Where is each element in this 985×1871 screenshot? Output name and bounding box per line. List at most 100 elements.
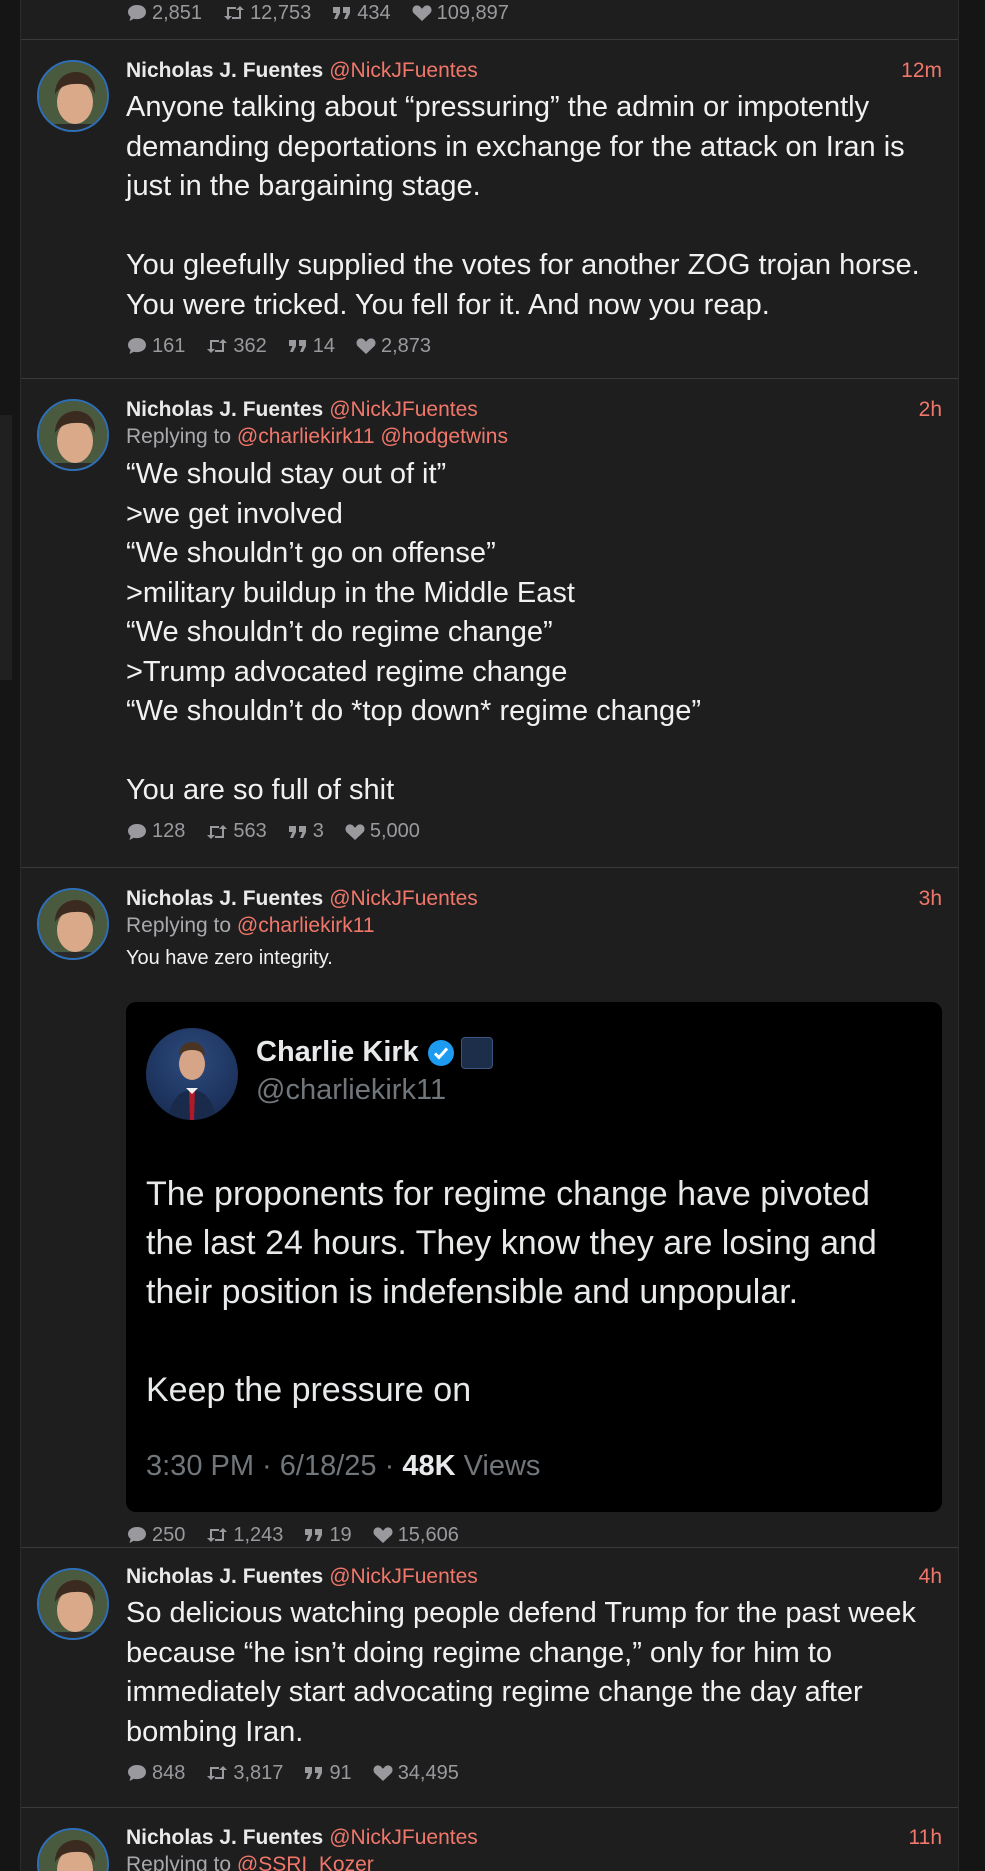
heart-icon [373, 1527, 393, 1543]
post-stats: 250 1,243 19 15,606 [126, 1522, 479, 1548]
reply-icon [128, 1765, 146, 1781]
mention-link[interactable]: @charliekirk11 [237, 425, 375, 448]
repost-icon [207, 1528, 228, 1542]
heart-icon [412, 5, 432, 21]
quote-icon [333, 7, 351, 19]
post[interactable]: Nicholas J. Fuentes @NickJFuentes 11h Rep… [21, 1808, 958, 1871]
avatar[interactable] [37, 888, 109, 960]
avatar[interactable] [37, 399, 109, 471]
post-timestamp[interactable]: 3h [919, 886, 942, 912]
like-count[interactable]: 34,495 [372, 1762, 459, 1785]
reply-icon [128, 5, 146, 21]
reply-icon [128, 823, 146, 840]
post-timestamp[interactable]: 11h [909, 1825, 942, 1851]
post[interactable]: Nicholas J. Fuentes @NickJFuentes 12m Any… [21, 40, 958, 379]
post-stats: 2,851 12,753 434 109,897 [126, 0, 942, 26]
reply-icon [128, 1527, 146, 1543]
quote-icon [288, 825, 306, 838]
avatar[interactable] [37, 1828, 109, 1871]
repost-icon [207, 824, 228, 839]
avatar[interactable] [37, 1568, 109, 1640]
quote-count[interactable]: 91 [303, 1762, 352, 1785]
post[interactable]: Nicholas J. Fuentes @NickJFuentes 3h Repl… [21, 868, 958, 1548]
affiliation-badge-icon [460, 1036, 493, 1069]
left-panel-edge [0, 415, 12, 680]
like-count[interactable]: 2,873 [355, 335, 431, 358]
heart-icon [345, 823, 365, 840]
post-timestamp[interactable]: 2h [919, 397, 942, 423]
heart-icon [356, 338, 376, 354]
reply-count[interactable]: 161 [126, 335, 185, 358]
post-text: Anyone talking about “pressuring” the ad… [126, 91, 920, 321]
reply-context: Replying to @charliekirk11 [126, 914, 375, 937]
display-name[interactable]: Nicholas J. Fuentes [126, 1826, 323, 1849]
post[interactable]: Nicholas J. Fuentes @NickJFuentes 2h Repl… [21, 379, 958, 868]
post-timestamp[interactable]: 12m [901, 58, 942, 84]
reply-count[interactable]: 250 [126, 1524, 185, 1547]
user-handle[interactable]: @NickJFuentes [329, 887, 478, 910]
quote-count[interactable]: 3 [287, 820, 324, 843]
user-handle[interactable]: @NickJFuentes [329, 59, 478, 82]
heart-icon [373, 1765, 393, 1781]
like-count[interactable]: 109,897 [411, 2, 509, 25]
right-gutter [957, 0, 985, 1871]
repost-icon [207, 1766, 228, 1780]
display-name[interactable]: Nicholas J. Fuentes [126, 887, 323, 910]
post[interactable]: Nicholas J. Fuentes @NickJFuentes 4h So d… [21, 1548, 958, 1808]
quote-count[interactable]: 19 [303, 1524, 352, 1547]
post-header: Nicholas J. Fuentes @NickJFuentes [126, 58, 942, 84]
avatar[interactable] [37, 60, 109, 132]
repost-count[interactable]: 12,753 [222, 2, 311, 25]
display-name[interactable]: Nicholas J. Fuentes [126, 59, 323, 82]
mention-link[interactable]: @hodgetwins [380, 425, 508, 448]
reply-icon [128, 338, 146, 354]
quote-count[interactable]: 14 [287, 335, 335, 358]
reply-count[interactable]: 128 [126, 820, 185, 843]
post-stats: 848 3,817 91 34,495 [126, 1760, 942, 1786]
post-stats: 128 563 3 5,000 [126, 819, 942, 845]
reply-count[interactable]: 848 [126, 1762, 185, 1785]
user-handle[interactable]: @NickJFuentes [329, 1565, 478, 1588]
user-handle[interactable]: @NickJFuentes [329, 1826, 478, 1849]
verified-badge-icon [427, 1039, 454, 1066]
embedded-tweet-screenshot[interactable]: Charlie Kirk @charliekirk11 The proponen… [126, 1002, 942, 1512]
embedded-handle: @charliekirk11 [256, 1074, 447, 1106]
post-text: “We should stay out of it” >we get invol… [126, 458, 701, 806]
display-name[interactable]: Nicholas J. Fuentes [126, 1565, 323, 1588]
display-name[interactable]: Nicholas J. Fuentes [126, 398, 323, 421]
post-text: So delicious watching people defend Trum… [126, 1597, 924, 1748]
left-gutter [0, 0, 20, 1871]
repost-count[interactable]: 3,817 [205, 1762, 283, 1785]
repost-count[interactable]: 1,243 [205, 1524, 283, 1547]
embedded-avatar [146, 1028, 238, 1120]
timeline-page: 2,851 12,753 434 109,897 Nicholas J. Fue… [0, 0, 985, 1871]
post-stats: 161 362 14 2,873 [126, 333, 942, 359]
mention-link[interactable]: @charliekirk11 [237, 914, 375, 937]
post-header: Nicholas J. Fuentes @NickJFuentes [126, 1564, 942, 1590]
embedded-display-name: Charlie Kirk [256, 1036, 493, 1069]
embedded-meta: 3:30 PM · 6/18/25 · 48K Views [146, 1450, 541, 1482]
post-header: Nicholas J. Fuentes @NickJFuentes [126, 397, 942, 423]
repost-icon [224, 6, 245, 20]
reply-context: Replying to @charliekirk11 @hodgetwins [126, 425, 508, 448]
quote-icon [305, 1767, 323, 1779]
embedded-text: The proponents for regime change have pi… [146, 1175, 877, 1409]
user-handle[interactable]: @NickJFuentes [329, 398, 478, 421]
quote-icon [288, 340, 306, 352]
quote-count[interactable]: 434 [331, 2, 391, 25]
post-feed[interactable]: 2,851 12,753 434 109,897 Nicholas J. Fue… [20, 0, 959, 1871]
post-text: You have zero integrity. [126, 947, 333, 969]
quote-icon [305, 1529, 323, 1541]
mention-link[interactable]: @SSRI_Kozer [237, 1853, 374, 1871]
repost-icon [207, 339, 228, 353]
post-header: Nicholas J. Fuentes @NickJFuentes [126, 1825, 942, 1851]
like-count[interactable]: 15,606 [372, 1524, 459, 1547]
reply-context: Replying to @SSRI_Kozer [126, 1851, 942, 1871]
repost-count[interactable]: 563 [205, 820, 267, 843]
post-partial-top: 2,851 12,753 434 109,897 [21, 0, 958, 40]
reply-count[interactable]: 2,851 [126, 2, 202, 25]
like-count[interactable]: 5,000 [344, 820, 420, 843]
post-header: Nicholas J. Fuentes @NickJFuentes [126, 886, 942, 912]
post-timestamp[interactable]: 4h [919, 1564, 942, 1590]
repost-count[interactable]: 362 [205, 335, 267, 358]
